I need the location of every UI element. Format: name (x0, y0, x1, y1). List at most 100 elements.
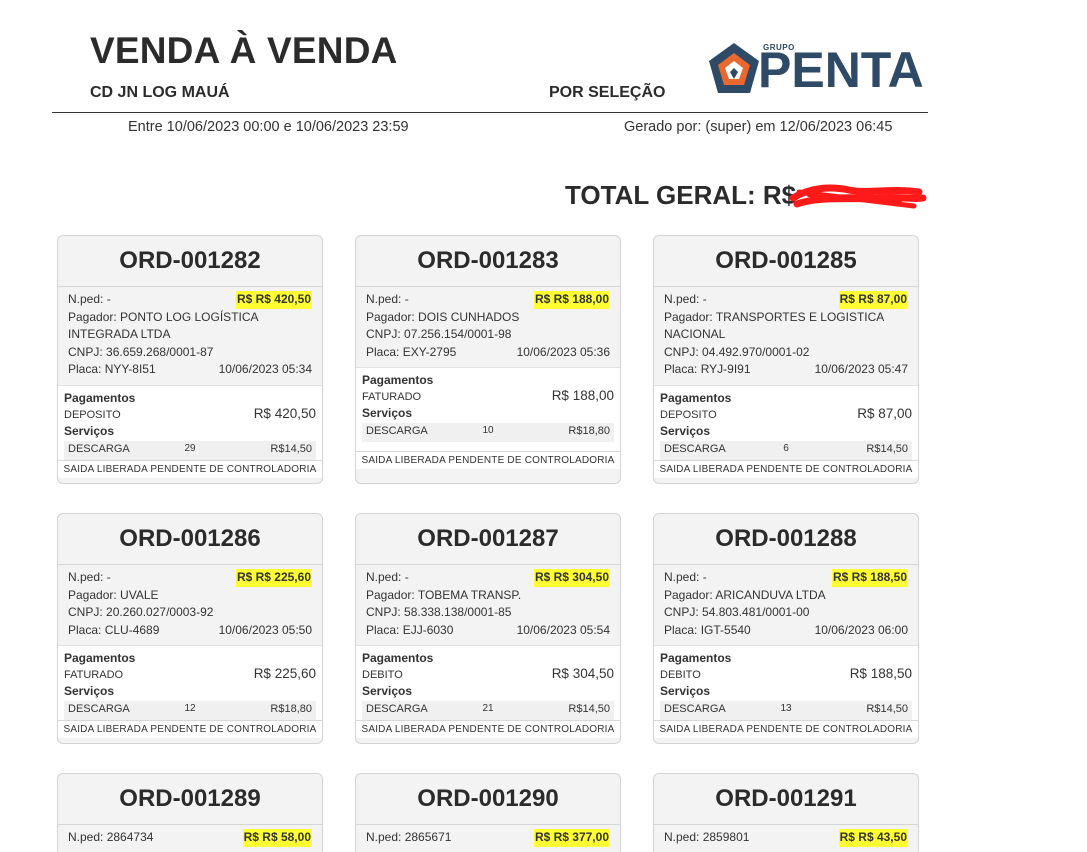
header-divider (52, 112, 928, 113)
nped-label: N.ped: (664, 570, 700, 584)
order-info: N.ped: - R$ R$ 87,00 Pagador: TRANSPORTE… (654, 287, 918, 385)
payments-title: Pagamentos (660, 651, 732, 665)
placa-value: EJJ-6030 (402, 622, 454, 637)
payment-row: DEPOSITO R$ 87,00 (660, 406, 912, 423)
order-card[interactable]: ORD-001282 N.ped: - R$ R$ 420,50 Pagador… (57, 235, 323, 484)
cnpj-label: CNPJ: (68, 605, 103, 619)
nped-value: 2864734 (106, 830, 154, 844)
order-total-badge: R$ R$ 225,60 (235, 569, 312, 587)
cnpj-value: 58.338.138/0001-85 (404, 605, 512, 619)
payments-title: Pagamentos (64, 390, 136, 405)
order-info: N.ped: 2859801 R$ R$ 43,50 (654, 825, 918, 852)
service-name: DESCARGA (664, 703, 726, 715)
pagador-label: Pagador: (68, 587, 117, 602)
order-datetime: 10/06/2023 06:00 (814, 622, 908, 637)
order-datetime: 10/06/2023 05:34 (218, 362, 312, 376)
order-datetime: 10/06/2023 05:47 (814, 362, 908, 376)
order-card[interactable]: ORD-001283 N.ped: - R$ R$ 188,00 Pagador… (355, 235, 621, 484)
order-total-badge: R$ R$ 58,00 (242, 829, 312, 847)
total-geral-label: TOTAL GERAL: R$ (565, 180, 797, 210)
nped-label: N.ped: (664, 830, 700, 844)
placa-label: Placa: (68, 622, 102, 637)
placa-value: IGT-5540 (700, 622, 751, 637)
service-name: DESCARGA (664, 442, 726, 455)
order-status: SAIDA LIBERADA PENDENTE DE CONTROLADORIA (654, 459, 918, 478)
nped-value: 2865671 (404, 830, 452, 844)
order-card[interactable]: ORD-001289 N.ped: 2864734 R$ R$ 58,00 (57, 773, 323, 852)
logo-wordmark: PENTA (758, 42, 924, 98)
pagador-label: Pagador: (664, 587, 713, 602)
service-row: DESCARGA 13 R$14,50 (660, 701, 912, 720)
payment-amount: R$ 420,50 (253, 405, 316, 421)
placa-value: EXY-2795 (402, 344, 457, 359)
service-qty: 10 (482, 425, 494, 436)
order-card[interactable]: ORD-001285 N.ped: - R$ R$ 87,00 Pagador:… (653, 235, 919, 484)
nped-label: N.ped: (664, 292, 700, 306)
cnpj-value: 20.260.027/0003-92 (106, 605, 214, 619)
service-value: R$14,50 (568, 703, 610, 715)
nped-label: N.ped: (366, 830, 402, 844)
order-total-badge: R$ R$ 188,00 (533, 291, 610, 309)
order-card[interactable]: ORD-001286 N.ped: - R$ R$ 225,60 Pagador… (57, 513, 323, 744)
pagador-value: DOIS CUNHADOS (418, 309, 520, 324)
placa-label: Placa: (68, 362, 102, 376)
pentagon-logo-icon (709, 43, 759, 93)
redaction-scribble-icon (789, 184, 927, 209)
nped-label: N.ped: (366, 570, 402, 584)
order-datetime: 10/06/2023 05:36 (516, 344, 610, 359)
order-id: ORD-001286 (58, 514, 322, 565)
services-title: Serviços (660, 423, 711, 438)
nped-value: - (702, 292, 707, 306)
order-status: SAIDA LIBERADA PENDENTE DE CONTROLADORIA (356, 720, 620, 738)
nped-label: N.ped: (68, 570, 104, 584)
cnpj-label: CNPJ: (68, 344, 103, 359)
order-total-badge: R$ R$ 87,00 (838, 291, 908, 309)
payment-row: DEBITO R$ 188,50 (660, 666, 912, 683)
cnpj-value: 04.492.970/0001-02 (702, 344, 810, 359)
order-total-badge: R$ R$ 377,00 (533, 829, 610, 847)
order-id: ORD-001291 (654, 774, 918, 825)
payment-method: FATURADO (64, 669, 124, 681)
order-id: ORD-001290 (356, 774, 620, 825)
nped-value: 2859801 (702, 830, 750, 844)
order-card[interactable]: ORD-001287 N.ped: - R$ R$ 304,50 Pagador… (355, 513, 621, 744)
order-details: Pagamentos DEPOSITO R$ 420,50 Serviços D… (58, 384, 322, 460)
placa-label: Placa: (664, 622, 698, 637)
service-value: R$14,50 (866, 703, 908, 715)
placa-label: Placa: (366, 622, 400, 637)
order-card[interactable]: ORD-001288 N.ped: - R$ R$ 188,50 Pagador… (653, 513, 919, 744)
pagador-value: TOBEMA TRANSP. (417, 587, 522, 602)
nped-value: - (404, 292, 409, 306)
pagador-value-cont: NACIONAL (664, 327, 726, 341)
service-value: R$14,50 (866, 442, 908, 455)
service-name: DESCARGA (68, 703, 130, 715)
service-row: DESCARGA 21 R$14,50 (362, 701, 614, 720)
total-geral: TOTAL GERAL: R$ (565, 180, 796, 211)
report-title: VENDA À VENDA (90, 30, 398, 71)
services-title: Serviços (362, 684, 413, 698)
order-info: N.ped: 2865671 R$ R$ 377,00 (356, 825, 620, 852)
services-title: Serviços (64, 423, 115, 438)
nped-label: N.ped: (68, 830, 104, 844)
order-status: SAIDA LIBERADA PENDENTE DE CONTROLADORIA (654, 720, 918, 738)
order-card[interactable]: ORD-001291 N.ped: 2859801 R$ R$ 43,50 (653, 773, 919, 852)
payment-amount: R$ 225,60 (253, 666, 316, 681)
order-info: N.ped: - R$ R$ 420,50 Pagador: PONTO LOG… (58, 287, 322, 385)
pagador-label: Pagador: (366, 587, 415, 602)
pagador-label: Pagador: (68, 309, 117, 324)
order-card[interactable]: ORD-001290 N.ped: 2865671 R$ R$ 377,00 (355, 773, 621, 852)
payment-amount: R$ 188,50 (849, 666, 912, 681)
placa-value: RYJ-9I91 (700, 362, 751, 376)
company-logo: GRUPO PENTA (706, 38, 928, 98)
order-id: ORD-001288 (654, 514, 918, 565)
order-total-badge: R$ R$ 43,50 (838, 829, 908, 847)
order-status: SAIDA LIBERADA PENDENTE DE CONTROLADORIA (58, 459, 322, 478)
report-period: Entre 10/06/2023 00:00 e 10/06/2023 23:5… (128, 119, 409, 135)
payment-row: DEBITO R$ 304,50 (362, 666, 614, 683)
generated-by: Gerado por: (super) em 12/06/2023 06:45 (624, 119, 893, 135)
services-title: Serviços (64, 684, 115, 698)
order-details: Pagamentos DEBITO R$ 188,50 Serviços DES… (654, 645, 918, 720)
order-total-badge: R$ R$ 304,50 (533, 569, 610, 587)
order-details: Pagamentos DEPOSITO R$ 87,00 Serviços DE… (654, 384, 918, 460)
placa-value: NYY-8I51 (104, 362, 156, 376)
